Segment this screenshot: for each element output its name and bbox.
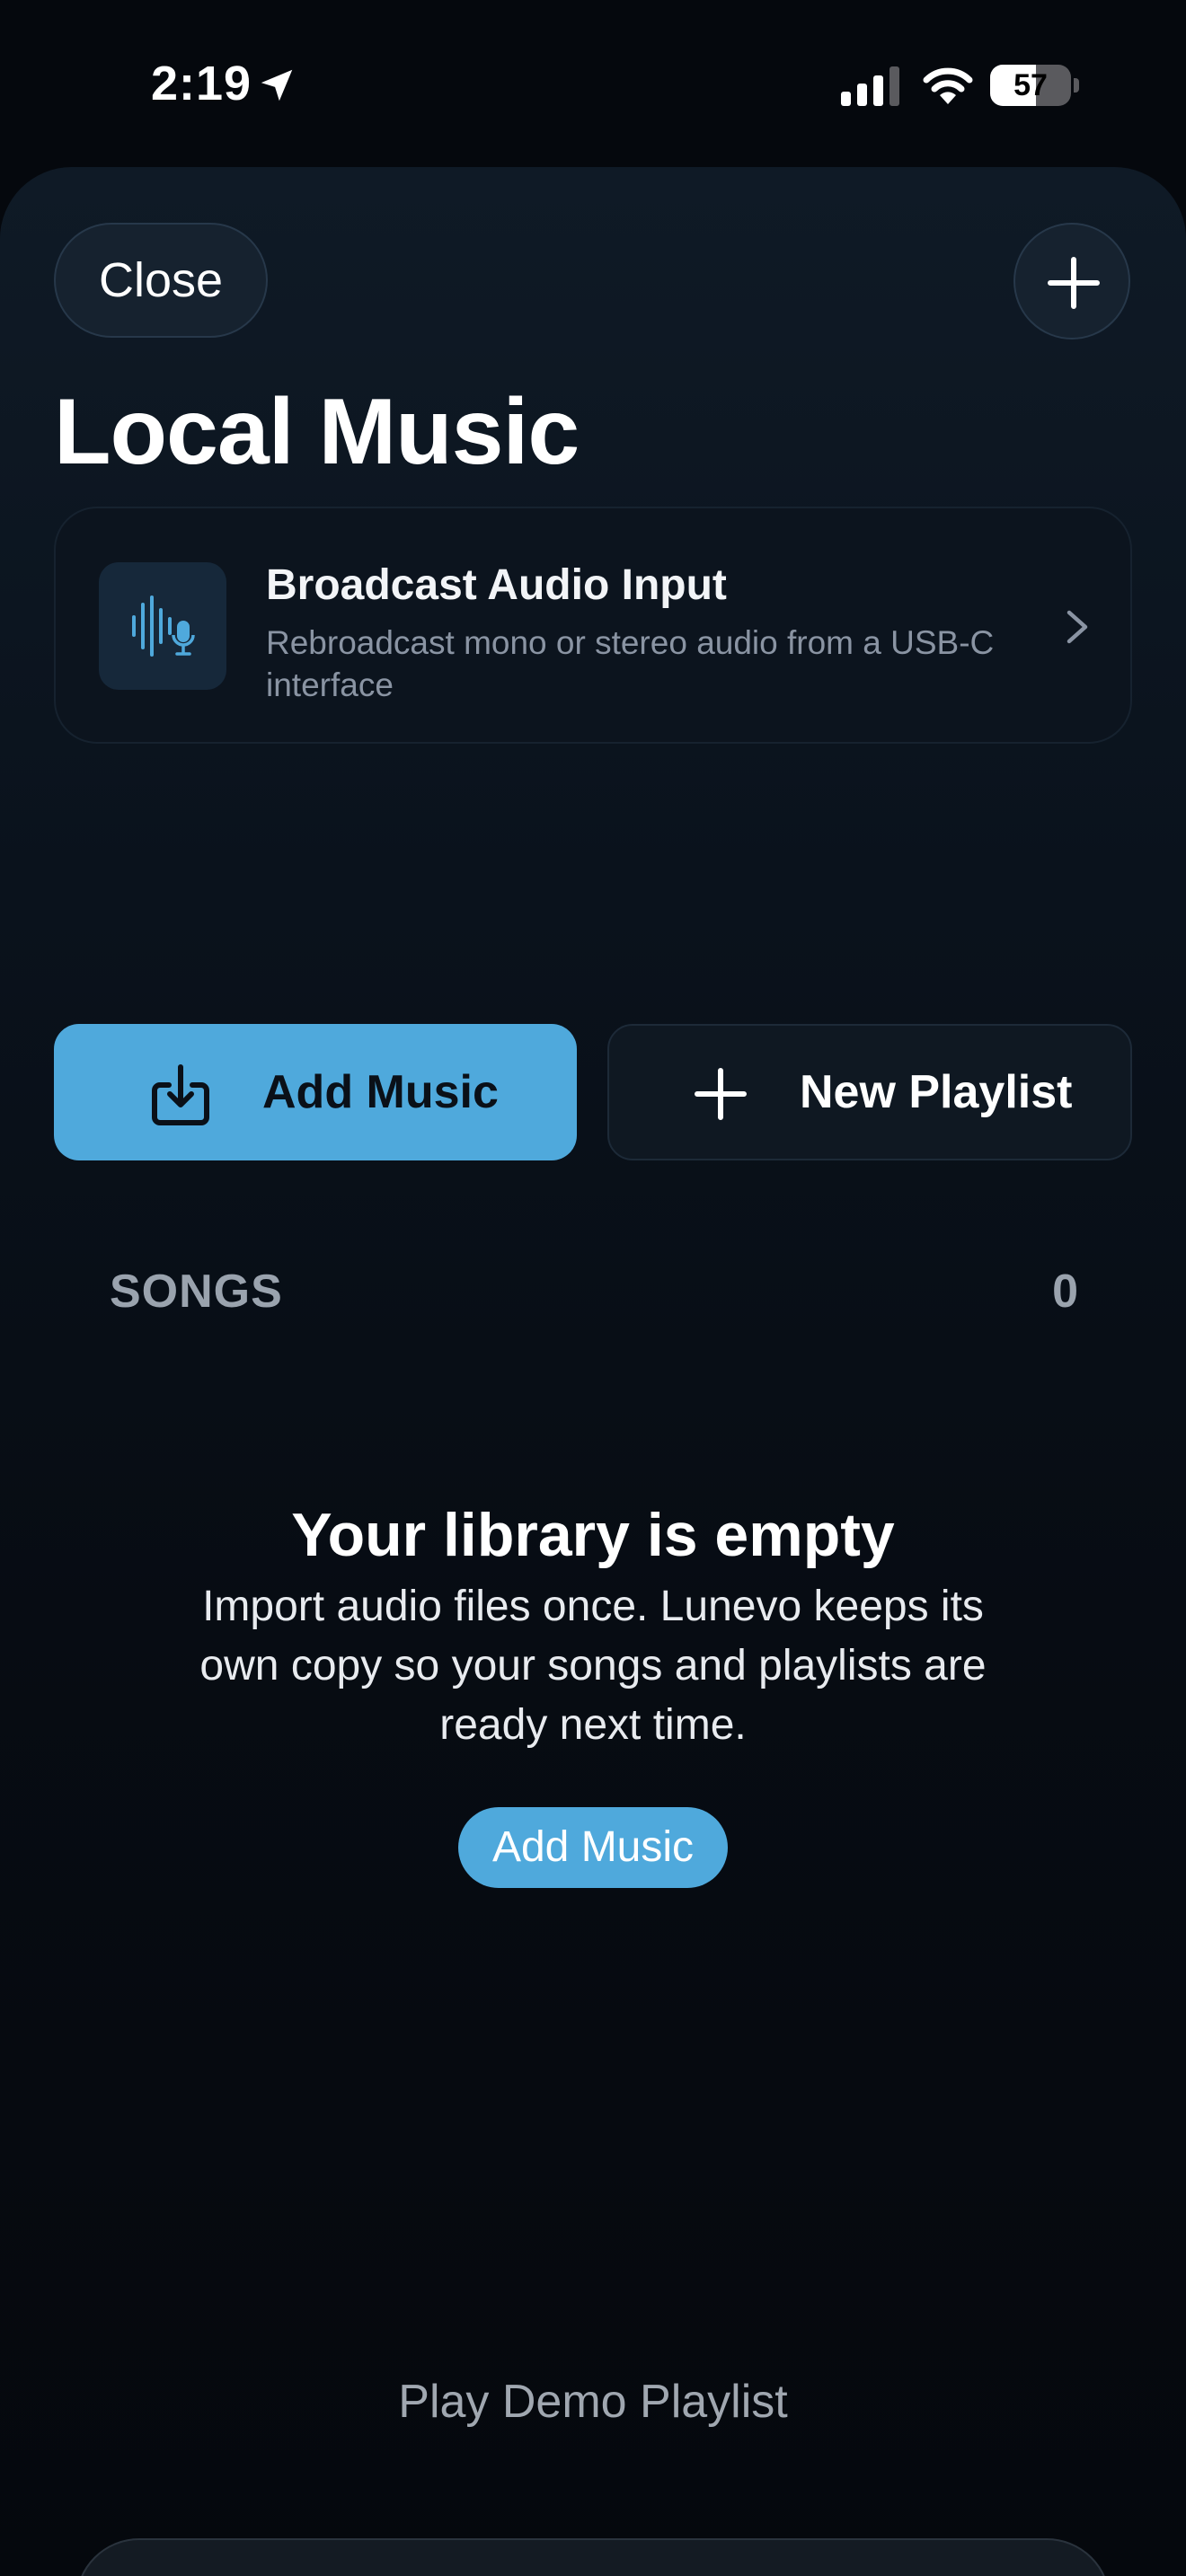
close-button[interactable]: Close: [54, 223, 268, 338]
battery-icon: 57: [990, 65, 1080, 106]
page-title: Local Music: [54, 380, 580, 484]
status-bar: 2:19 57: [0, 0, 1186, 171]
plus-icon: [695, 1068, 747, 1120]
search-bar[interactable]: [75, 2538, 1111, 2576]
new-playlist-label: New Playlist: [800, 1066, 1073, 1118]
broadcast-subtitle: Rebroadcast mono or stereo audio from a …: [266, 624, 995, 703]
battery-level: 57: [1013, 68, 1048, 102]
empty-state-body: Import audio files once. Lunevo keeps it…: [199, 1583, 987, 1749]
local-music-screen: 2:19 57 Close Local Music Broadcast Audi…: [0, 0, 1186, 2576]
play-demo-playlist-link[interactable]: Play Demo Playlist: [0, 2375, 1186, 2429]
plus-icon: [1048, 257, 1100, 309]
broadcast-title: Broadcast Audio Input: [266, 561, 727, 609]
search-input[interactable]: [207, 2540, 1069, 2576]
broadcast-icon-container: [99, 562, 226, 690]
wifi-icon: [923, 67, 973, 104]
songs-section-label: SONGS: [110, 1266, 283, 1318]
status-time: 2:19: [151, 57, 252, 110]
add-button[interactable]: [1013, 223, 1130, 340]
chevron-right-icon: [1067, 610, 1088, 644]
songs-count: 0: [1052, 1266, 1078, 1318]
broadcast-audio-input-row[interactable]: Broadcast Audio Input Rebroadcast mono o…: [54, 507, 1132, 744]
waveform-mic-icon: [132, 595, 195, 657]
new-playlist-button[interactable]: New Playlist: [607, 1024, 1132, 1160]
cellular-signal-icon: [841, 66, 899, 106]
import-icon: [152, 1064, 209, 1125]
add-music-button[interactable]: Add Music: [54, 1024, 577, 1160]
empty-state-title: Your library is empty: [291, 1501, 895, 1569]
location-arrow-icon: [261, 69, 293, 101]
music-sheet: Close Local Music Broadcast Audio Input …: [0, 167, 1186, 2576]
empty-state-add-music-button[interactable]: Add Music: [458, 1807, 728, 1888]
add-music-label: Add Music: [262, 1066, 499, 1118]
